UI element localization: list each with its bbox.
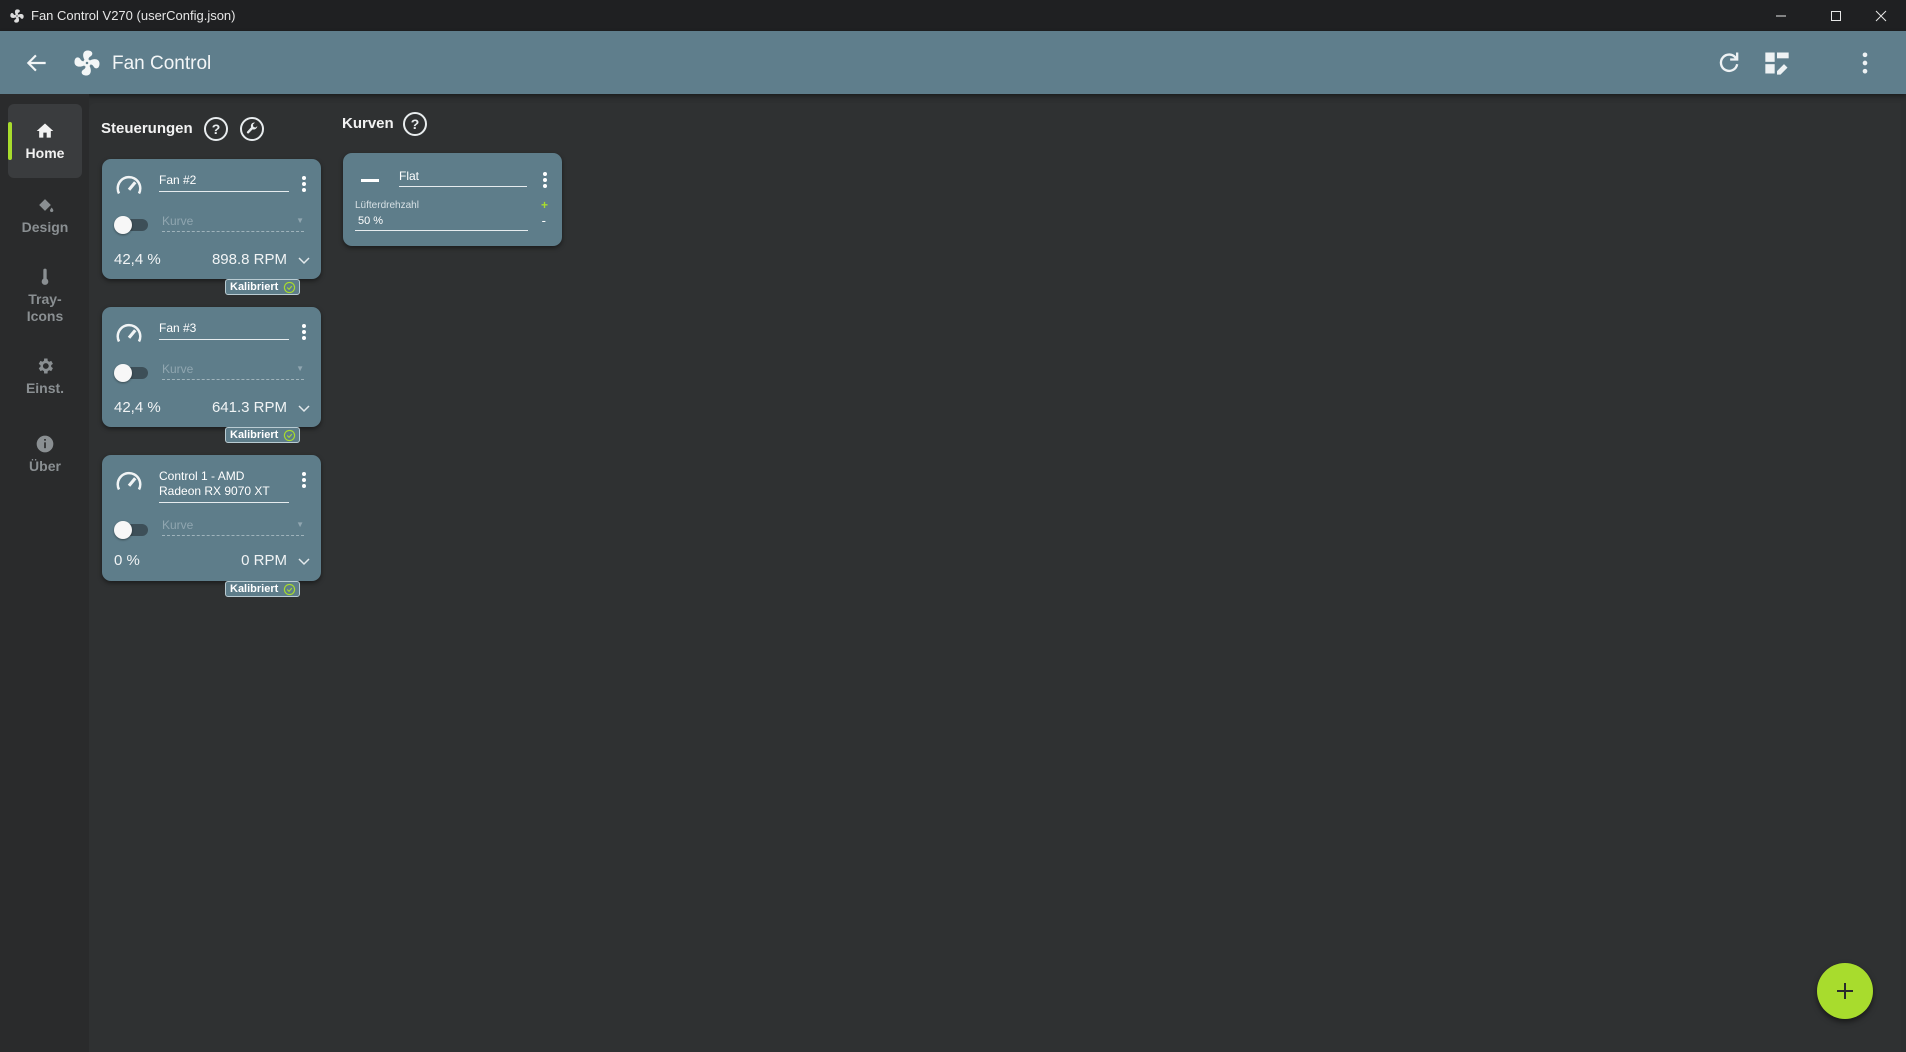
question-icon: ? <box>211 121 221 137</box>
toggle-knob <box>114 216 132 234</box>
more-vertical-icon[interactable] <box>1851 49 1879 77</box>
more-vertical-icon[interactable] <box>542 171 548 189</box>
sidebar-item-label: Home <box>25 144 65 161</box>
app-title: Fan Control <box>112 53 212 74</box>
fan-speed-input[interactable]: 50 % <box>355 215 528 231</box>
enable-toggle[interactable] <box>114 521 148 539</box>
home-icon <box>36 123 54 138</box>
controls-tools-button[interactable] <box>240 117 264 141</box>
maximize-button[interactable] <box>1813 0 1858 31</box>
chevron-down-icon[interactable] <box>297 401 311 415</box>
sidebar-item-label: Einst. <box>25 379 65 396</box>
gear-icon <box>38 358 53 373</box>
more-vertical-icon[interactable] <box>301 175 307 193</box>
enable-toggle[interactable] <box>114 216 148 234</box>
question-icon: ? <box>410 116 420 132</box>
info-icon <box>36 435 54 452</box>
controls-help-button[interactable]: ? <box>204 117 228 141</box>
minimize-button[interactable] <box>1758 0 1803 31</box>
plus-icon <box>1837 983 1853 999</box>
sidebar: Home Design Tray- Icons Einst. Über <box>0 94 89 1052</box>
dropdown-caret-icon: ▼ <box>296 520 304 529</box>
curve-select[interactable]: Kurve ▼ <box>162 362 304 380</box>
control-name-input[interactable]: Fan #3 <box>159 321 289 340</box>
control-name-input[interactable]: Fan #2 <box>159 173 289 192</box>
check-circle-icon <box>284 281 296 293</box>
curves-help-button[interactable]: ? <box>403 112 427 136</box>
control-percent: 0 % <box>114 552 140 569</box>
fan-logo-icon <box>74 50 100 76</box>
speedometer-icon <box>116 175 142 195</box>
control-rpm: 898.8 RPM <box>211 251 287 268</box>
flat-curve-icon <box>361 179 379 182</box>
sidebar-item-label: Tray- Icons <box>26 291 64 324</box>
badge-label: Kalibriert <box>230 429 279 441</box>
speedometer-icon <box>116 323 142 343</box>
curve-select-placeholder: Kurve <box>162 214 194 228</box>
window-title: Fan Control V270 (userConfig.json) <box>31 8 236 23</box>
calibrated-badge: Kalibriert <box>225 581 301 597</box>
check-circle-icon <box>284 583 296 595</box>
curve-card[interactable]: Flat Lüfterdrehzahl 50 % + - <box>343 153 562 246</box>
curve-select-placeholder: Kurve <box>162 362 194 376</box>
dropdown-caret-icon: ▼ <box>296 216 304 225</box>
dropdown-caret-icon: ▼ <box>296 364 304 373</box>
speedometer-icon <box>116 471 142 491</box>
calibrated-badge: Kalibriert <box>225 279 301 295</box>
add-button[interactable] <box>1817 963 1873 1019</box>
increment-button[interactable]: + <box>541 198 548 212</box>
control-percent: 42,4 % <box>114 399 161 416</box>
app-header: Fan Control <box>0 31 1906 94</box>
control-percent: 42,4 % <box>114 251 161 268</box>
refresh-icon[interactable] <box>1715 49 1743 77</box>
curves-section-title: Kurven <box>342 115 394 132</box>
sidebar-item-label: Über <box>29 457 61 474</box>
dashboard-edit-icon[interactable] <box>1763 49 1791 77</box>
curve-select-placeholder: Kurve <box>162 518 194 532</box>
enable-toggle[interactable] <box>114 364 148 382</box>
calibrated-badge: Kalibriert <box>225 427 301 443</box>
close-icon <box>1875 10 1886 21</box>
wrench-icon <box>246 122 258 134</box>
curve-select[interactable]: Kurve ▼ <box>162 518 304 536</box>
controls-section-title: Steuerungen <box>101 120 193 137</box>
badge-label: Kalibriert <box>230 583 279 595</box>
sidebar-item-about[interactable]: Über <box>8 417 82 491</box>
more-vertical-icon[interactable] <box>301 471 307 489</box>
control-rpm: 641.3 RPM <box>211 399 287 416</box>
window-titlebar: Fan Control V270 (userConfig.json) <box>0 0 1906 31</box>
sidebar-item-tray-icons[interactable]: Tray- Icons <box>8 256 82 336</box>
decrement-button[interactable]: - <box>542 213 546 228</box>
sidebar-item-home[interactable]: Home <box>8 104 82 178</box>
curve-select[interactable]: Kurve ▼ <box>162 214 304 232</box>
back-arrow-icon[interactable] <box>24 50 50 76</box>
sidebar-item-design[interactable]: Design <box>8 178 82 252</box>
maximize-icon <box>1830 10 1841 21</box>
close-button[interactable] <box>1858 0 1903 31</box>
sidebar-item-label: Design <box>21 218 69 235</box>
toggle-knob <box>114 521 132 539</box>
curve-name-input[interactable]: Flat <box>399 169 527 187</box>
control-name-input[interactable]: Control 1 - AMD Radeon RX 9070 XT <box>159 469 289 503</box>
paint-bucket-icon <box>39 198 54 212</box>
active-indicator <box>8 122 12 160</box>
badge-label: Kalibriert <box>230 281 279 293</box>
chevron-down-icon[interactable] <box>297 253 311 267</box>
chevron-down-icon[interactable] <box>297 554 311 568</box>
thermometer-icon <box>41 268 49 285</box>
fan-icon <box>10 8 24 23</box>
fan-speed-label: Lüfterdrehzahl <box>355 200 419 211</box>
control-rpm: 0 RPM <box>241 552 287 569</box>
sidebar-item-settings[interactable]: Einst. <box>8 339 82 413</box>
toggle-knob <box>114 364 132 382</box>
control-card[interactable]: Fan #3 Kurve ▼ 42,4 % 641.3 RPM <box>102 307 321 427</box>
control-card[interactable]: Control 1 - AMD Radeon RX 9070 XT Kurve ▼… <box>102 455 321 581</box>
more-vertical-icon[interactable] <box>301 323 307 341</box>
check-circle-icon <box>284 429 296 441</box>
minimize-icon <box>1775 15 1786 16</box>
control-card[interactable]: Fan #2 Kurve ▼ 42,4 % 898.8 RPM <box>102 159 321 279</box>
